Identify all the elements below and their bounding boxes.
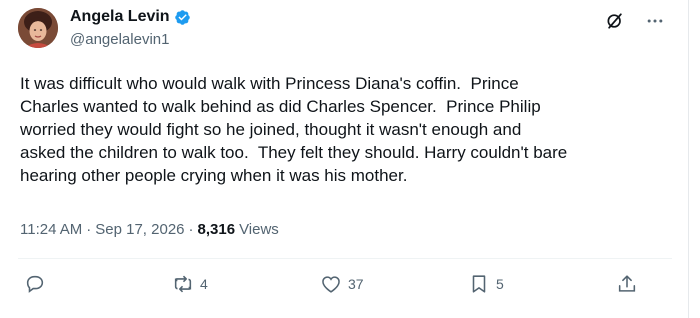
tweet-date[interactable]: Sep 17, 2026 (95, 221, 184, 238)
repost-button[interactable]: 4 (172, 273, 208, 295)
avatar-image (18, 8, 58, 48)
repost-count: 4 (200, 276, 208, 292)
bookmark-button[interactable]: 5 (468, 273, 504, 295)
tweet: Angela Levin @angelalevin1 It was diffic… (0, 0, 688, 318)
tweet-time[interactable]: 11:24 AM (20, 221, 82, 238)
author-name[interactable]: Angela Levin (70, 8, 170, 26)
top-actions (604, 10, 666, 32)
tweet-text: It was difficult who would walk with Pri… (20, 74, 568, 185)
share-icon (618, 275, 636, 292)
bookmark-count: 5 (496, 276, 504, 292)
author-name-row: Angela Levin (70, 8, 191, 26)
share-button[interactable] (616, 273, 638, 295)
avatar[interactable] (18, 8, 58, 48)
meta-separator: · (86, 221, 92, 238)
like-count: 37 (348, 276, 364, 292)
more-icon[interactable] (644, 10, 666, 32)
reply-icon (26, 275, 44, 293)
repost-icon (174, 275, 192, 293)
views-count[interactable]: 8,316 (198, 221, 236, 238)
like-button[interactable]: 37 (320, 273, 364, 295)
divider (18, 258, 672, 259)
author-handle[interactable]: @angelalevin1 (70, 31, 169, 48)
bookmark-icon (472, 275, 486, 293)
reply-button[interactable] (24, 273, 52, 295)
meta-separator: · (188, 221, 194, 238)
verified-badge-icon (174, 9, 191, 26)
views-label[interactable]: Views (239, 221, 279, 238)
side-panel-edge (688, 0, 700, 318)
action-bar: 4 37 5 (18, 273, 648, 299)
grok-icon[interactable] (604, 10, 626, 32)
like-icon (322, 276, 340, 293)
tweet-meta: 11:24 AM · Sep 17, 2026 · 8,316 Views (20, 221, 279, 238)
